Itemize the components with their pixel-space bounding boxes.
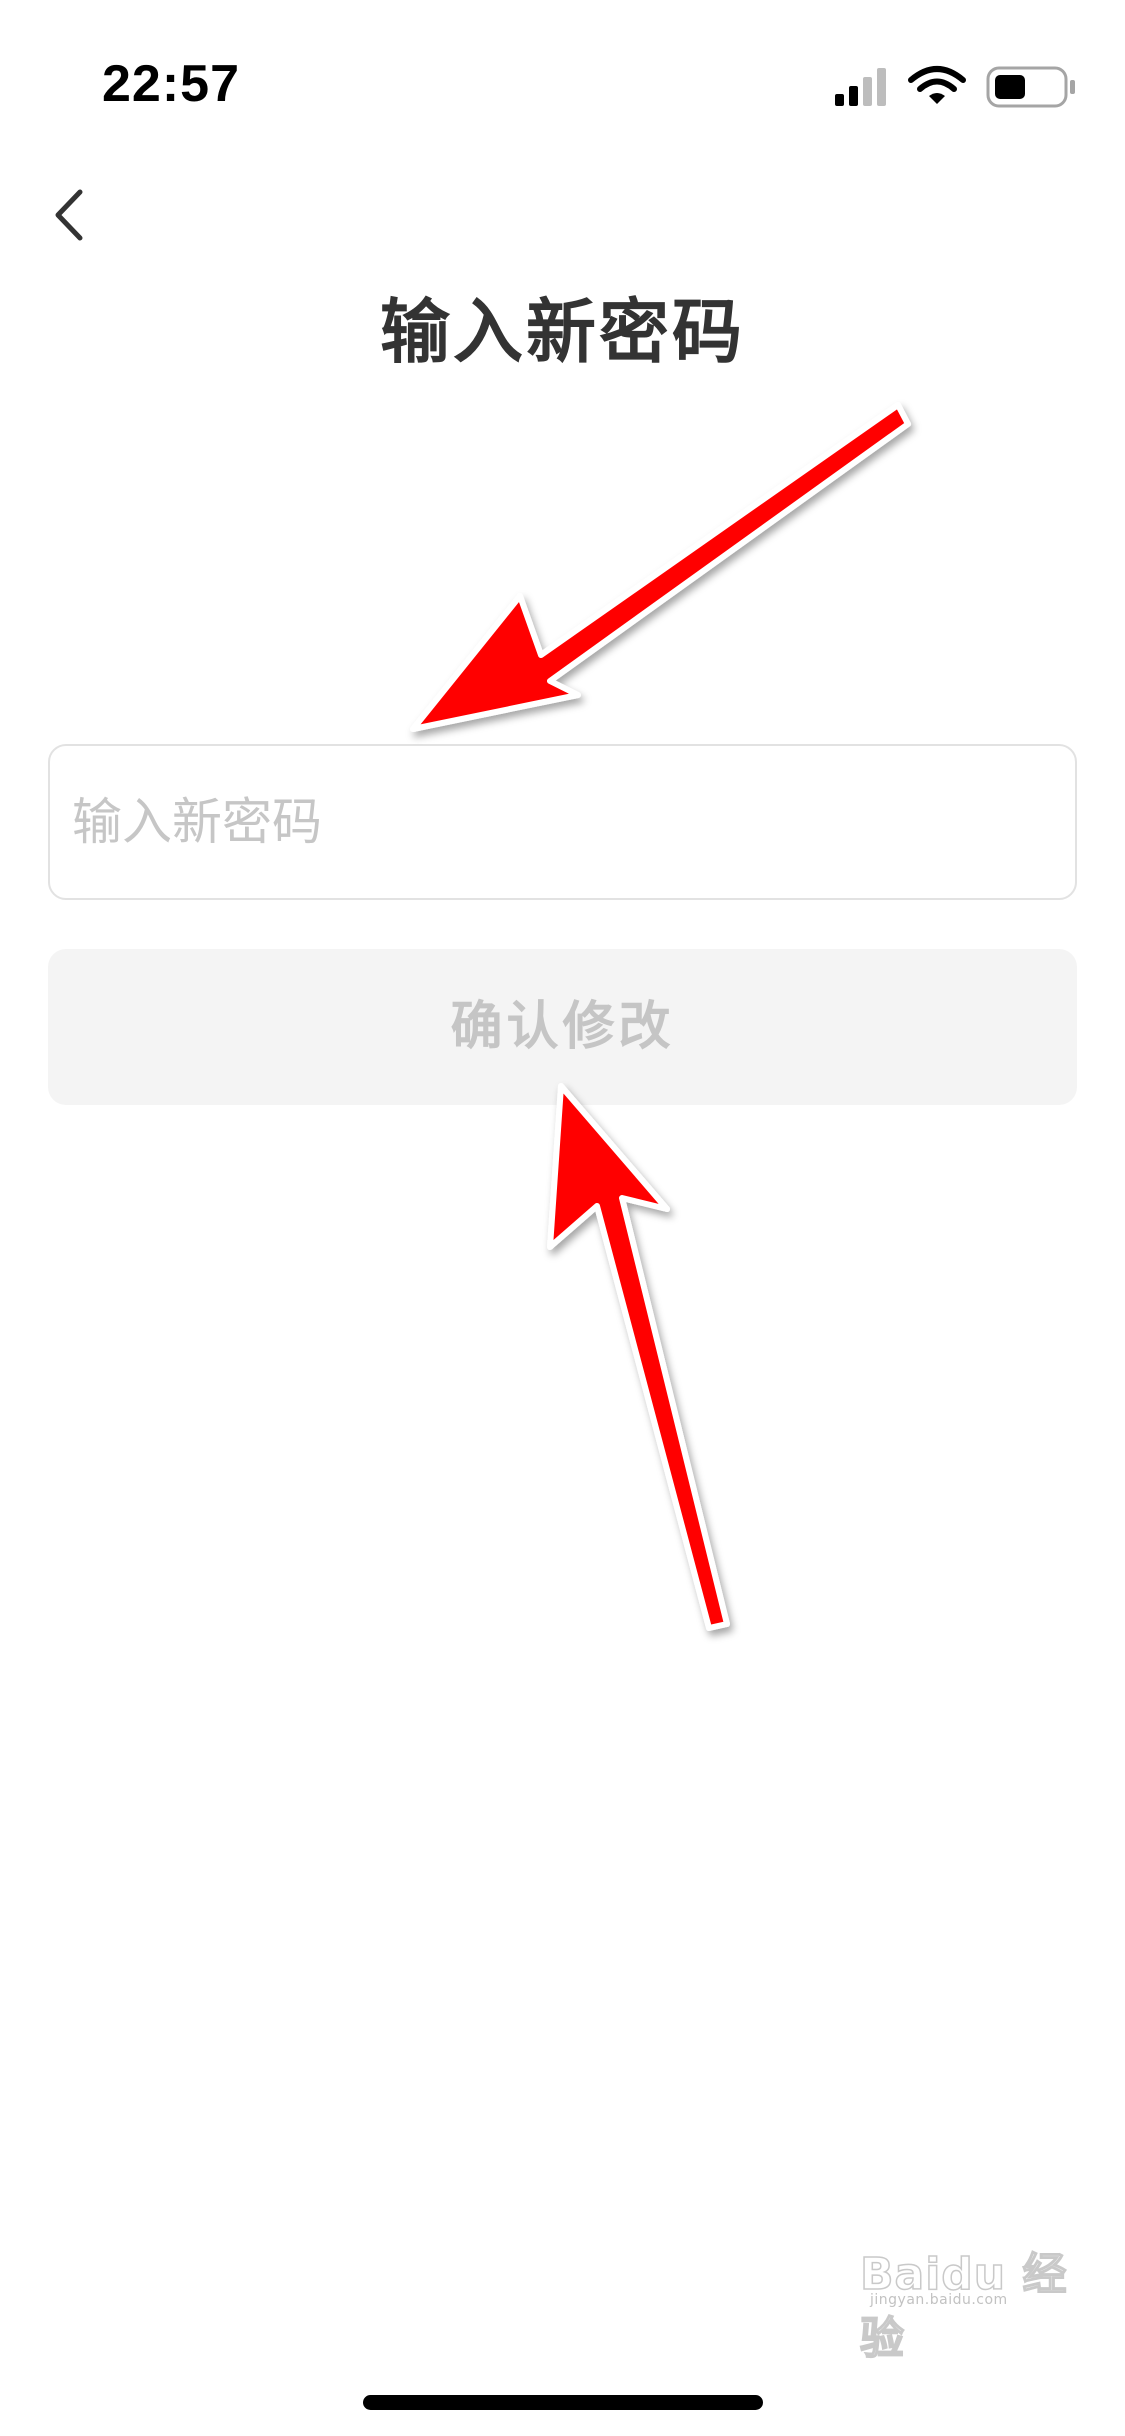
status-time: 22:57 [102, 55, 240, 113]
home-indicator [363, 2395, 763, 2410]
cellular-signal-icon [835, 68, 886, 106]
confirm-change-button[interactable]: 确认修改 [48, 949, 1077, 1105]
watermark-sub-text: jingyan.baidu.com [870, 2292, 1008, 2308]
annotation-arrow-to-input [410, 402, 911, 732]
status-bar: 22:57 [0, 0, 1125, 140]
page-title: 输入新密码 [380, 291, 745, 373]
status-icons [835, 66, 1075, 108]
chevron-left-icon [55, 189, 83, 241]
watermark-logo-text: Baidu 经验 [859, 2248, 1068, 2365]
battery-icon [986, 66, 1075, 108]
baidu-jingyan-watermark: Baidu 经验 jingyan.baidu.com [859, 2210, 1080, 2365]
new-password-input[interactable] [48, 744, 1077, 900]
back-button[interactable] [40, 180, 100, 250]
annotation-arrow-to-button [547, 1083, 730, 1631]
wifi-icon [908, 66, 966, 104]
